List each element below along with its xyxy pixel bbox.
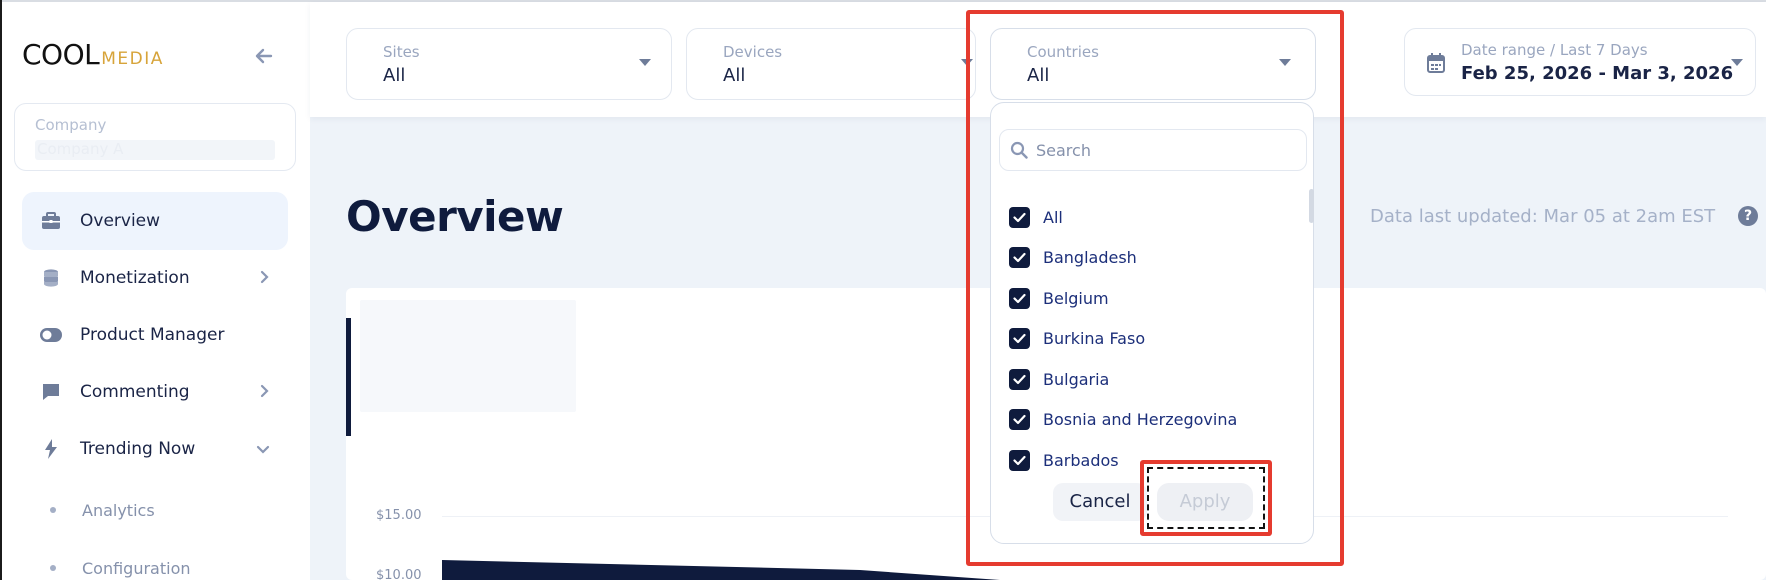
chart-area bbox=[442, 560, 1000, 580]
highlight-box-apply bbox=[1140, 460, 1272, 536]
revenue-area-series bbox=[442, 560, 1000, 580]
focus-ring bbox=[1147, 467, 1265, 529]
